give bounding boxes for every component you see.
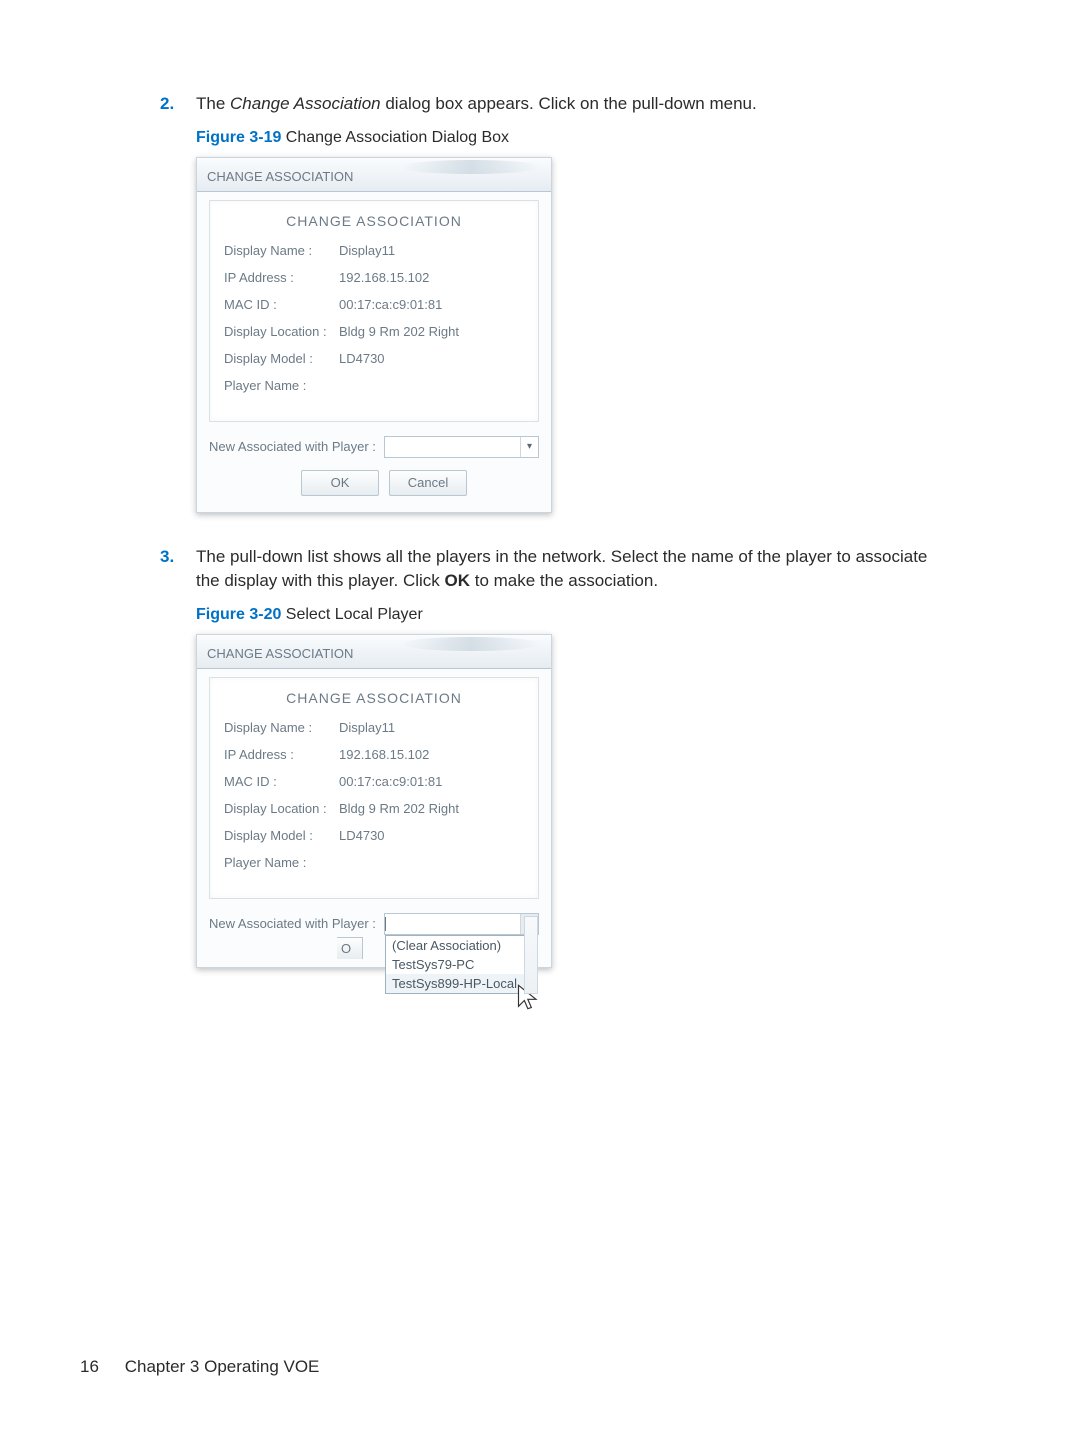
- value: 192.168.15.102: [339, 747, 429, 762]
- page-number: 16: [80, 1357, 120, 1377]
- association-block: New Associated with Player : ▾ OK Cancel: [209, 422, 539, 500]
- label: Display Location :: [224, 324, 339, 339]
- page: 2. The Change Association dialog box app…: [0, 0, 1080, 1437]
- player-dropdown[interactable]: ▾ (Clear Association) TestSys79-PC TestS…: [384, 913, 539, 935]
- value: Display11: [339, 243, 395, 258]
- row-ip-address: IP Address :192.168.15.102: [224, 747, 524, 762]
- italic-text: Change Association: [230, 94, 381, 113]
- titlebar-shine: [401, 160, 541, 174]
- dropdown-field[interactable]: [385, 917, 520, 931]
- dropdown-item-clear[interactable]: (Clear Association): [386, 936, 537, 955]
- label: MAC ID :: [224, 774, 339, 789]
- figure-ref: Figure 3-19: [196, 129, 281, 146]
- new-associated-row: New Associated with Player : ▾: [209, 436, 539, 458]
- change-association-dialog-closed: CHANGE ASSOCIATION CHANGE ASSOCIATION Di…: [196, 157, 552, 513]
- dropdown-item-1[interactable]: TestSys79-PC: [386, 955, 537, 974]
- association-block: New Associated with Player : ▾ (Clear As…: [209, 899, 539, 935]
- new-associated-row: New Associated with Player : ▾ (Clear As…: [209, 913, 539, 935]
- text: to make the association.: [470, 571, 658, 590]
- dropdown-item-2[interactable]: TestSys899-HP-Local: [386, 974, 537, 993]
- titlebar-shine: [401, 637, 541, 651]
- step-3: 3. The pull-down list shows all the play…: [160, 545, 990, 968]
- figure-text: Change Association Dialog Box: [281, 129, 509, 146]
- player-dropdown-list: (Clear Association) TestSys79-PC TestSys…: [385, 935, 538, 994]
- cancel-button[interactable]: Cancel: [389, 470, 467, 496]
- value: 00:17:ca:c9:01:81: [339, 297, 442, 312]
- label: Display Model :: [224, 351, 339, 366]
- step-3-text: The pull-down list shows all the players…: [196, 545, 936, 594]
- row-display-model: Display Model :LD4730: [224, 828, 524, 843]
- row-display-name: Display Name :Display11: [224, 720, 524, 735]
- button-row: OK Cancel: [209, 470, 539, 496]
- value: Bldg 9 Rm 202 Right: [339, 801, 459, 816]
- dialog-title: CHANGE ASSOCIATION: [197, 646, 363, 668]
- ok-button-clipped[interactable]: O: [337, 937, 363, 959]
- row-mac-id: MAC ID :00:17:ca:c9:01:81: [224, 297, 524, 312]
- panel-title: CHANGE ASSOCIATION: [224, 690, 524, 706]
- label: Player Name :: [224, 855, 339, 870]
- value: LD4730: [339, 828, 385, 843]
- step-2: 2. The Change Association dialog box app…: [160, 92, 990, 513]
- info-panel: CHANGE ASSOCIATION Display Name :Display…: [209, 677, 539, 899]
- step-number: 3.: [160, 545, 196, 569]
- value: LD4730: [339, 351, 385, 366]
- row-display-model: Display Model :LD4730: [224, 351, 524, 366]
- change-association-dialog-open: CHANGE ASSOCIATION CHANGE ASSOCIATION Di…: [196, 634, 552, 968]
- figure-ref: Figure 3-20: [196, 606, 281, 623]
- dialog-body: CHANGE ASSOCIATION Display Name :Display…: [197, 669, 551, 967]
- dialog-titlebar: CHANGE ASSOCIATION: [197, 635, 551, 669]
- label: Player Name :: [224, 378, 339, 393]
- player-dropdown[interactable]: ▾: [384, 436, 539, 458]
- page-footer: 16 Chapter 3 Operating VOE: [80, 1357, 319, 1377]
- dialog-body: CHANGE ASSOCIATION Display Name :Display…: [197, 192, 551, 512]
- step-2-text: The Change Association dialog box appear…: [196, 92, 757, 117]
- dropdown-scrollbar[interactable]: [524, 916, 538, 994]
- dialog-title: CHANGE ASSOCIATION: [197, 169, 363, 191]
- label: IP Address :: [224, 747, 339, 762]
- dialog-titlebar: CHANGE ASSOCIATION: [197, 158, 551, 192]
- text: The: [196, 94, 230, 113]
- info-panel: CHANGE ASSOCIATION Display Name :Display…: [209, 200, 539, 422]
- label: Display Model :: [224, 828, 339, 843]
- dropdown-item-label: TestSys899-HP-Local: [392, 976, 517, 991]
- row-display-location: Display Location :Bldg 9 Rm 202 Right: [224, 801, 524, 816]
- row-mac-id: MAC ID :00:17:ca:c9:01:81: [224, 774, 524, 789]
- figure-3-19-caption: Figure 3-19 Change Association Dialog Bo…: [196, 129, 990, 147]
- step-number: 2.: [160, 92, 196, 116]
- bold-text: OK: [445, 571, 471, 590]
- row-player-name: Player Name :: [224, 378, 524, 393]
- row-display-location: Display Location :Bldg 9 Rm 202 Right: [224, 324, 524, 339]
- ok-button[interactable]: OK: [301, 470, 379, 496]
- label: Display Name :: [224, 243, 339, 258]
- label: Display Location :: [224, 801, 339, 816]
- row-ip-address: IP Address :192.168.15.102: [224, 270, 524, 285]
- value: 192.168.15.102: [339, 270, 429, 285]
- chapter-title: Chapter 3 Operating VOE: [125, 1357, 320, 1376]
- text: dialog box appears. Click on the pull-do…: [381, 94, 757, 113]
- label: IP Address :: [224, 270, 339, 285]
- panel-title: CHANGE ASSOCIATION: [224, 213, 524, 229]
- figure-text: Select Local Player: [281, 606, 422, 623]
- label: Display Name :: [224, 720, 339, 735]
- value: Display11: [339, 720, 395, 735]
- label: MAC ID :: [224, 297, 339, 312]
- row-display-name: Display Name :Display11: [224, 243, 524, 258]
- assoc-label: New Associated with Player :: [209, 916, 384, 931]
- row-player-name: Player Name :: [224, 855, 524, 870]
- figure-3-20-caption: Figure 3-20 Select Local Player: [196, 606, 990, 624]
- value: 00:17:ca:c9:01:81: [339, 774, 442, 789]
- value: Bldg 9 Rm 202 Right: [339, 324, 459, 339]
- chevron-down-icon[interactable]: ▾: [520, 437, 538, 457]
- assoc-label: New Associated with Player :: [209, 439, 384, 454]
